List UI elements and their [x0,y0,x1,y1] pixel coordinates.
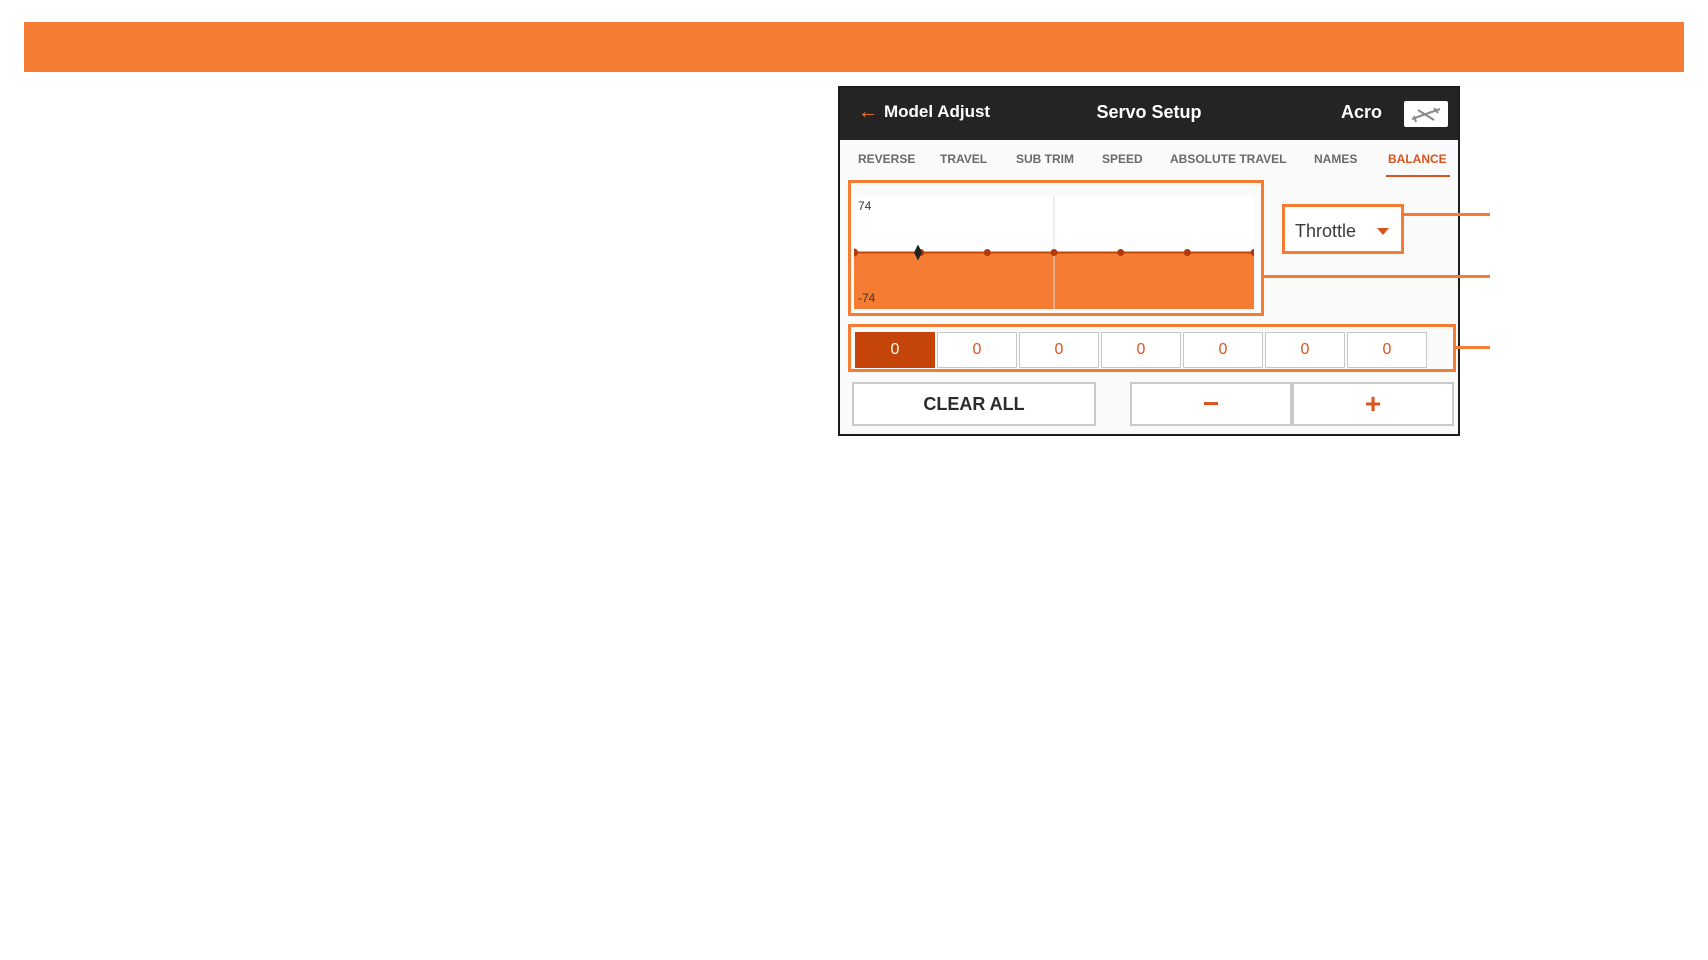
balance-point-3[interactable]: 0 [1019,332,1099,368]
top-banner [24,22,1684,72]
model-type: Acro [1340,102,1382,122]
decrement-button[interactable]: − [1130,382,1292,426]
tab-sub-trim[interactable]: SUB TRIM [1016,152,1074,166]
callout-line-graph [1262,275,1490,278]
balance-curve-point[interactable] [1050,249,1058,256]
clear-all-button[interactable]: CLEAR ALL [852,382,1096,426]
tab-absolute-travel[interactable]: ABSOLUTE TRAVEL [1170,152,1286,166]
balance-curve-point[interactable] [1183,249,1191,256]
balance-point-2[interactable]: 0 [937,332,1017,368]
balance-point-1[interactable]: 0 [855,332,935,368]
callout-line-dropdown [1402,213,1490,216]
callout-line-values [1454,346,1490,349]
channel-dropdown[interactable]: Throttle [1282,204,1404,254]
balance-point-4[interactable]: 0 [1101,332,1181,368]
balance-curve-point[interactable] [1117,249,1125,256]
graph-max-label: 74 [858,199,872,213]
tab-bar: REVERSE TRAVEL SUB TRIM SPEED ABSOLUTE T… [840,140,1458,176]
tab-balance[interactable]: BALANCE [1388,152,1447,166]
increment-button[interactable]: + [1292,382,1454,426]
balance-point-5[interactable]: 0 [1183,332,1263,368]
balance-curve-point[interactable] [983,249,991,256]
tab-travel[interactable]: TRAVEL [940,152,987,166]
balance-graph[interactable]: 74 -74 [854,196,1254,309]
tab-reverse[interactable]: REVERSE [858,152,915,166]
active-tab-indicator [1386,175,1450,177]
header-bar: ← Model Adjust Servo Setup Acro [840,88,1458,140]
balance-point-7[interactable]: 0 [1347,332,1427,368]
tab-names[interactable]: NAMES [1314,152,1357,166]
airplane-icon [1404,101,1448,127]
chevron-down-icon [1377,228,1389,235]
channel-dropdown-value: Throttle [1295,221,1357,241]
graph-min-label: -74 [858,291,876,305]
device-screen: ← Model Adjust Servo Setup Acro REVERSE … [838,86,1460,436]
tab-speed[interactable]: SPEED [1102,152,1143,166]
balance-point-6[interactable]: 0 [1265,332,1345,368]
balance-point-row: 0 0 0 0 0 0 0 [848,324,1456,372]
